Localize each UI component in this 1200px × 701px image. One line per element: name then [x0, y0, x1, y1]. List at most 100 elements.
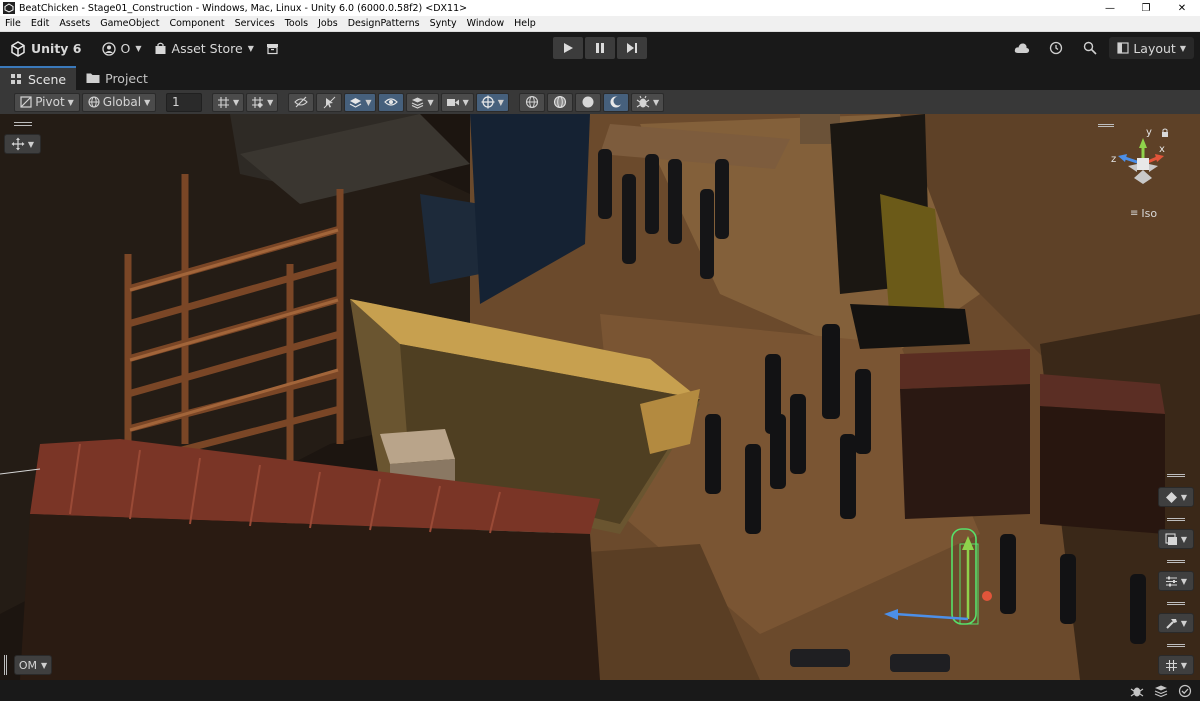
stack-layers-icon[interactable] — [1154, 684, 1168, 698]
gizmos-dropdown[interactable]: ▼ — [475, 92, 509, 112]
menu-designpatterns[interactable]: DesignPatterns — [343, 18, 425, 29]
bug-icon[interactable] — [1130, 684, 1144, 698]
pause-button[interactable] — [585, 37, 615, 59]
scene-render — [0, 114, 1200, 680]
snap-increment-icon — [252, 96, 264, 108]
wireframe-mode-button[interactable] — [518, 92, 545, 112]
scene-viewport[interactable]: ▼ y x z ≡ Iso ▼ ▼ ▼ ▼ ▼ OM ▼ — [0, 114, 1200, 680]
menu-gameobject[interactable]: GameObject — [95, 18, 164, 29]
menu-tools[interactable]: Tools — [280, 18, 313, 29]
cloud-button[interactable] — [1007, 37, 1037, 59]
playmode-controls — [553, 37, 647, 59]
projection-label: Iso — [1141, 207, 1158, 220]
menu-jobs[interactable]: Jobs — [313, 18, 343, 29]
chevron-down-icon: ▼ — [1179, 43, 1186, 53]
grid-snap-dropdown[interactable]: ▼ — [212, 92, 245, 112]
unity-product-button[interactable]: Unity 6 — [4, 38, 88, 60]
shopping-bag-icon — [155, 42, 166, 54]
pivot-dropdown[interactable]: Pivot ▼ — [14, 92, 80, 112]
menu-services[interactable]: Services — [230, 18, 280, 29]
right-overlay-handle[interactable] — [1167, 474, 1185, 477]
menu-assets[interactable]: Assets — [54, 18, 95, 29]
menu-help[interactable]: Help — [509, 18, 541, 29]
unity-app-icon — [3, 2, 15, 14]
overlay-menu-label: OM — [18, 658, 37, 672]
grid-options-button[interactable]: ▼ — [1158, 655, 1194, 675]
move-tool-icon — [11, 137, 25, 151]
projection-toggle[interactable]: ≡ Iso — [1130, 207, 1157, 220]
play-button[interactable] — [553, 37, 583, 59]
tab-project[interactable]: Project — [76, 66, 158, 90]
shaded-wireframe-button[interactable] — [546, 92, 573, 112]
status-bar — [0, 680, 1200, 701]
global-label: Global — [102, 95, 142, 109]
camera-dropdown[interactable]: ▼ — [440, 92, 474, 112]
tool-settings-overlay[interactable]: ▼ — [4, 134, 41, 154]
overlay-menu-dropdown[interactable]: OM ▼ — [14, 655, 52, 675]
shaded-mode-button[interactable] — [574, 92, 601, 112]
chevron-down-icon: ▼ — [1180, 660, 1188, 670]
lit-mode-button[interactable] — [602, 92, 629, 112]
chevron-down-icon: ▼ — [144, 97, 151, 107]
menu-file[interactable]: File — [0, 18, 26, 29]
step-button[interactable] — [617, 37, 647, 59]
chevron-down-icon: ▼ — [1180, 534, 1188, 544]
settings-sliders-button[interactable]: ▼ — [1158, 571, 1194, 591]
chevron-down-icon: ▼ — [247, 44, 254, 53]
increment-snap-dropdown[interactable]: ▼ — [246, 92, 279, 112]
chevron-down-icon: ▼ — [267, 97, 274, 107]
visibility-off-icon — [294, 96, 309, 108]
layout-dropdown[interactable]: Layout ▼ — [1109, 37, 1194, 59]
history-button[interactable] — [1041, 37, 1071, 59]
component-tools-button[interactable]: ▼ — [1158, 487, 1194, 507]
menu-bar: File Edit Assets GameObject Component Se… — [0, 16, 1200, 32]
package-manager-button[interactable] — [260, 38, 285, 60]
gizmo-globe-icon — [481, 95, 495, 109]
scene-icon — [11, 73, 21, 84]
global-dropdown[interactable]: Global ▼ — [82, 92, 156, 112]
toggle-picking-button[interactable] — [316, 92, 343, 112]
step-forward-icon — [627, 43, 637, 53]
account-dropdown[interactable]: O ▼ — [96, 38, 148, 60]
minimize-button[interactable]: — — [1092, 0, 1128, 16]
toggle-2d-button[interactable] — [288, 92, 315, 112]
close-button[interactable]: ✕ — [1164, 0, 1200, 16]
maximize-button[interactable]: ❐ — [1128, 0, 1164, 16]
draw-mode-dropdown[interactable]: ▼ — [344, 92, 377, 112]
grid-icon — [1165, 659, 1177, 671]
check-circle-icon[interactable] — [1178, 684, 1192, 698]
play-icon — [564, 43, 573, 53]
product-name: Unity 6 — [31, 41, 82, 56]
archive-icon — [266, 44, 278, 55]
globe-icon — [88, 96, 100, 108]
menu-synty[interactable]: Synty — [425, 18, 462, 29]
window-tab-bar: Scene Project — [0, 66, 1200, 90]
menu-window[interactable]: Window — [462, 18, 509, 29]
tab-project-label: Project — [105, 70, 148, 86]
chevron-down-icon: ▼ — [41, 660, 48, 670]
grid-size-field[interactable]: 1 — [166, 92, 202, 112]
om-drag-handle[interactable] — [4, 655, 7, 675]
tab-scene[interactable]: Scene — [0, 66, 77, 90]
search-button[interactable] — [1075, 37, 1105, 59]
orientation-gizmo[interactable]: y x z — [1108, 126, 1178, 206]
window-title-bar: BeatChicken - Stage01_Construction - Win… — [0, 0, 1200, 16]
wireframe-sphere-icon — [525, 95, 538, 109]
view-options-button[interactable]: ▼ — [1158, 529, 1194, 549]
layers-dropdown[interactable]: ▼ — [406, 92, 439, 112]
axis-x-label: x — [1159, 144, 1165, 155]
scene-visibility-button[interactable] — [378, 92, 405, 112]
layers-icon — [412, 97, 424, 109]
overlay-separator — [1167, 602, 1185, 605]
pause-icon — [596, 43, 604, 53]
asset-store-dropdown[interactable]: Asset Store ▼ — [148, 38, 260, 60]
debug-draw-dropdown[interactable]: ▼ — [630, 92, 665, 112]
gizmo-drag-handle[interactable] — [1098, 124, 1114, 127]
overlay-drag-handle[interactable] — [14, 122, 32, 126]
menu-component[interactable]: Component — [164, 18, 229, 29]
pick-off-icon — [323, 96, 336, 108]
view-options-icon — [1165, 532, 1177, 545]
build-tools-button[interactable]: ▼ — [1158, 613, 1194, 633]
chevron-down-icon: ▼ — [1180, 492, 1188, 502]
menu-edit[interactable]: Edit — [26, 18, 54, 29]
